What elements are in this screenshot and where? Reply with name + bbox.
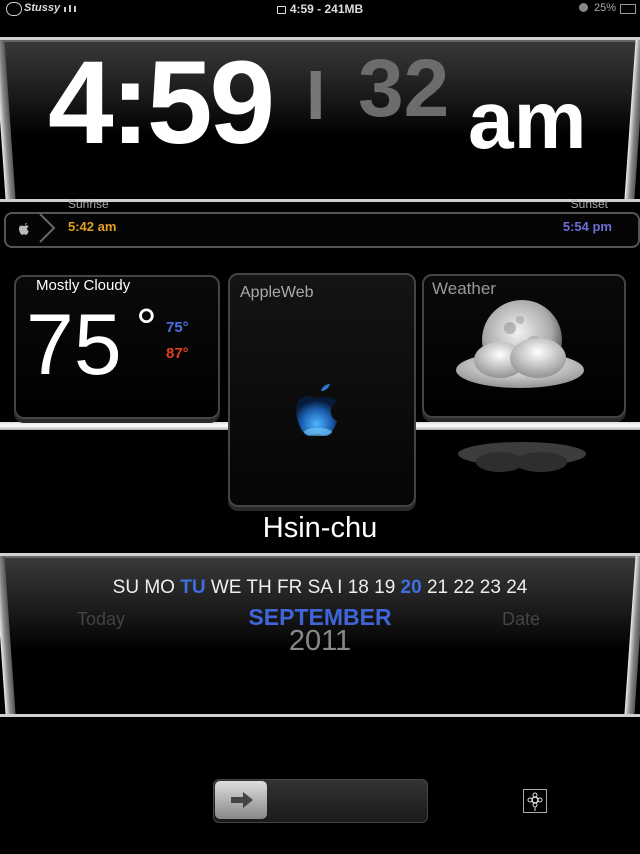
city-name: Hsin-chu: [262, 512, 378, 544]
battery-percent: 25%: [593, 2, 616, 14]
activity-icon: [579, 3, 588, 12]
current-date: 20: [400, 577, 422, 598]
current-temperature: 75: [26, 297, 122, 393]
high-temperature: 87°: [166, 345, 189, 362]
sunrise-time: 5:42 am: [68, 219, 117, 234]
status-time: 4:59 - 241MB: [0, 2, 640, 16]
calendar-year: 2011: [288, 625, 352, 657]
chrome-edge-left: [0, 40, 16, 199]
status-bar: Stussy 4:59 - 241MB 25%: [0, 0, 640, 18]
apple-icon: [19, 223, 29, 235]
lock-icon: [276, 6, 286, 14]
weather-condition: Mostly Cloudy: [36, 277, 131, 294]
appleweb-title: AppleWeb: [240, 284, 314, 301]
sunset-time: 5:54 pm: [562, 219, 612, 234]
flower-icon[interactable]: [523, 789, 547, 813]
degree-symbol: °: [136, 299, 157, 357]
calendar-week-row: SU MO TU WE TH FR SA I 18 19 20 21 22 23…: [112, 577, 528, 598]
sunset-label: Sunset: [570, 197, 608, 211]
clock-ampm: am: [468, 75, 587, 166]
weather-widget-title: Weather: [432, 279, 496, 298]
clock-separator: I: [306, 56, 326, 134]
current-day: TU: [180, 577, 206, 598]
weather-reflection: [458, 442, 586, 472]
clock-time: 4:59: [48, 37, 275, 169]
chevron-right-icon: [39, 213, 56, 243]
arrow-right-icon: [231, 792, 253, 808]
battery-icon: [620, 4, 636, 14]
moon-cloud-icon: [456, 300, 584, 388]
sunrise-label: Sunrise: [68, 197, 109, 211]
low-temperature: 75°: [166, 319, 189, 336]
clock-seconds: 32: [358, 43, 450, 134]
apple-logo-icon[interactable]: [286, 380, 350, 450]
chrome-edge-right: [624, 40, 640, 199]
